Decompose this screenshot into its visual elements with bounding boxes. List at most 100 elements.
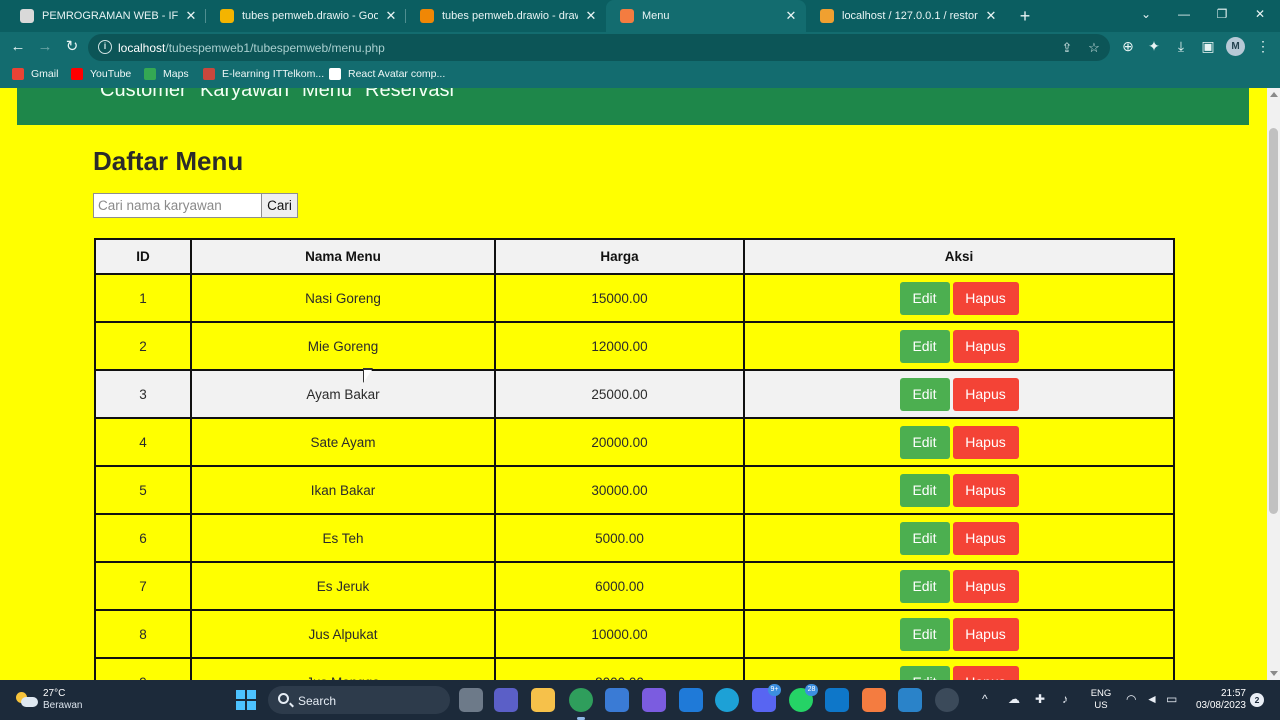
bookmark-star-icon[interactable]: ☆ <box>1085 39 1103 57</box>
minimize-button[interactable]: — <box>1166 0 1202 28</box>
delete-button[interactable]: Hapus <box>952 425 1019 459</box>
delete-button[interactable]: Hapus <box>952 521 1019 555</box>
tab-close-icon[interactable]: ✕ <box>984 8 998 24</box>
delete-button[interactable]: Hapus <box>952 473 1019 507</box>
download-icon[interactable]: ⤓ <box>1170 35 1192 57</box>
edit-button[interactable]: Edit <box>899 377 950 411</box>
nav-link-reservasi[interactable]: Reservasi <box>365 88 454 102</box>
tab-close-icon[interactable]: ✕ <box>384 8 398 24</box>
whatsapp-icon[interactable]: 28 <box>789 684 818 712</box>
tab-strip: PEMROGRAMAN WEB - IF-01-02✕tubes pemweb.… <box>0 0 1280 32</box>
browser-tab[interactable]: tubes pemweb.drawio - draw.io ✕ <box>406 0 606 32</box>
nav-link-customer[interactable]: Customer <box>100 88 187 102</box>
volume-icon[interactable]: ◄ <box>1146 692 1158 706</box>
taskbar-search[interactable]: Search <box>268 686 450 714</box>
reload-button[interactable]: ↻ <box>60 35 84 59</box>
bookmark-item[interactable]: YouTube <box>71 68 131 80</box>
discord-icon[interactable]: 9+ <box>752 684 781 712</box>
obs-icon[interactable] <box>935 688 959 712</box>
scroll-down-arrow-icon[interactable] <box>1270 671 1278 676</box>
site-info-icon[interactable]: i <box>98 40 112 54</box>
tab-close-icon[interactable]: ✕ <box>784 8 798 24</box>
back-button[interactable]: ← <box>6 35 30 59</box>
vscode-icon[interactable] <box>825 688 849 712</box>
edit-button[interactable]: Edit <box>899 617 950 651</box>
column-header-aksi: Aksi <box>743 238 1175 275</box>
xampp-icon[interactable] <box>862 688 886 712</box>
cell-aksi: EditHapus <box>743 321 1175 371</box>
bookmark-item[interactable]: Gmail <box>12 68 58 80</box>
delete-button[interactable]: Hapus <box>952 329 1019 363</box>
page-scrollbar[interactable] <box>1267 88 1280 680</box>
browser-tab[interactable]: localhost / 127.0.0.1 / restoran1 | p ✕ <box>806 0 1006 32</box>
tab-search-icon[interactable]: ⌄ <box>1128 0 1164 28</box>
scroll-up-arrow-icon[interactable] <box>1270 92 1278 97</box>
mail-icon[interactable] <box>679 688 703 712</box>
edit-button[interactable]: Edit <box>899 521 950 555</box>
browser-tab[interactable]: Menu ✕ <box>606 0 806 32</box>
teams-chat-icon[interactable] <box>494 688 518 712</box>
delete-button[interactable]: Hapus <box>952 569 1019 603</box>
share-icon[interactable]: ⇪ <box>1058 39 1076 57</box>
windows-start-icon[interactable] <box>236 690 256 710</box>
battery-icon[interactable]: ▭ <box>1166 692 1177 706</box>
bookmark-label: Maps <box>163 68 189 80</box>
new-tab-button[interactable]: + <box>1013 4 1037 28</box>
bookmark-item[interactable]: E-learning ITTelkom... <box>203 68 324 80</box>
bookmark-item[interactable]: React Avatar comp... <box>329 68 445 80</box>
microsoft-store-icon[interactable] <box>605 688 629 712</box>
forward-button[interactable]: → <box>33 35 57 59</box>
close-window-button[interactable]: ✕ <box>1242 0 1278 28</box>
browser-tab[interactable]: tubes pemweb.drawio - Google D ✕ <box>206 0 406 32</box>
edit-button[interactable]: Edit <box>899 473 950 507</box>
nav-link-karyawan[interactable]: Karyawan <box>200 88 289 102</box>
weather-widget[interactable]: 27°C Berawan <box>16 688 82 712</box>
cell-harga: 8000.00 <box>494 657 745 680</box>
address-bar[interactable]: i localhost/tubespemweb1/tubespemweb/men… <box>88 34 1110 61</box>
delete-button[interactable]: Hapus <box>952 281 1019 315</box>
bookmark-favicon-icon <box>144 68 156 80</box>
page-viewport: Customer Karyawan Menu Reservasi Daftar … <box>0 88 1267 680</box>
tab-close-icon[interactable]: ✕ <box>584 8 598 24</box>
edit-button[interactable]: Edit <box>899 665 950 680</box>
url-text: localhost/tubespemweb1/tubespemweb/menu.… <box>118 41 385 55</box>
edge-icon[interactable] <box>715 688 739 712</box>
chrome-icon[interactable] <box>569 688 593 720</box>
table-row: 1 Nasi Goreng 15000.00 Edit Hapus <box>94 273 1175 323</box>
microphone-icon[interactable]: ♪ <box>1062 692 1068 706</box>
profile-avatar[interactable]: M <box>1226 37 1245 56</box>
url-host: localhost <box>118 41 166 55</box>
edit-button[interactable]: Edit <box>899 425 950 459</box>
maximize-button[interactable]: ❐ <box>1204 0 1240 28</box>
edit-button[interactable]: Edit <box>899 569 950 603</box>
language-indicator[interactable]: ENG US <box>1088 688 1114 712</box>
file-explorer-icon[interactable] <box>531 688 555 712</box>
bookmark-item[interactable]: Maps <box>144 68 189 80</box>
edit-button[interactable]: Edit <box>899 329 950 363</box>
tab-close-icon[interactable]: ✕ <box>184 8 198 24</box>
search-button[interactable]: Cari <box>261 193 298 218</box>
notification-count[interactable]: 2 <box>1250 693 1264 707</box>
taskbar-search-label: Search <box>298 694 337 708</box>
edit-button[interactable]: Edit <box>899 281 950 315</box>
delete-button[interactable]: Hapus <box>952 665 1019 680</box>
browser-tab[interactable]: PEMROGRAMAN WEB - IF-01-02 ✕ <box>6 0 206 32</box>
snipping-tool-icon[interactable] <box>898 688 922 712</box>
nav-link-menu[interactable]: Menu <box>302 88 352 102</box>
tab-title: PEMROGRAMAN WEB - IF-01-02 <box>42 10 178 22</box>
delete-button[interactable]: Hapus <box>952 377 1019 411</box>
scrollbar-thumb[interactable] <box>1269 128 1278 514</box>
extensions-icon[interactable]: ✦ <box>1143 35 1165 57</box>
onedrive-icon[interactable]: ☁ <box>1008 692 1020 706</box>
add-icon[interactable]: ⊕ <box>1117 35 1139 57</box>
chevron-up-icon[interactable]: ^ <box>982 692 988 706</box>
task-view-icon[interactable] <box>459 688 483 712</box>
system-clock[interactable]: 21:57 03/08/2023 <box>1190 688 1246 712</box>
search-input[interactable] <box>93 193 262 218</box>
menu-kebab-icon[interactable]: ⋮ <box>1252 35 1274 57</box>
security-icon[interactable]: ✚ <box>1035 692 1045 706</box>
side-panel-icon[interactable]: ▣ <box>1197 35 1219 57</box>
wifi-icon[interactable]: ◠ <box>1126 692 1136 706</box>
delete-button[interactable]: Hapus <box>952 617 1019 651</box>
power-automate-icon[interactable] <box>642 688 666 712</box>
